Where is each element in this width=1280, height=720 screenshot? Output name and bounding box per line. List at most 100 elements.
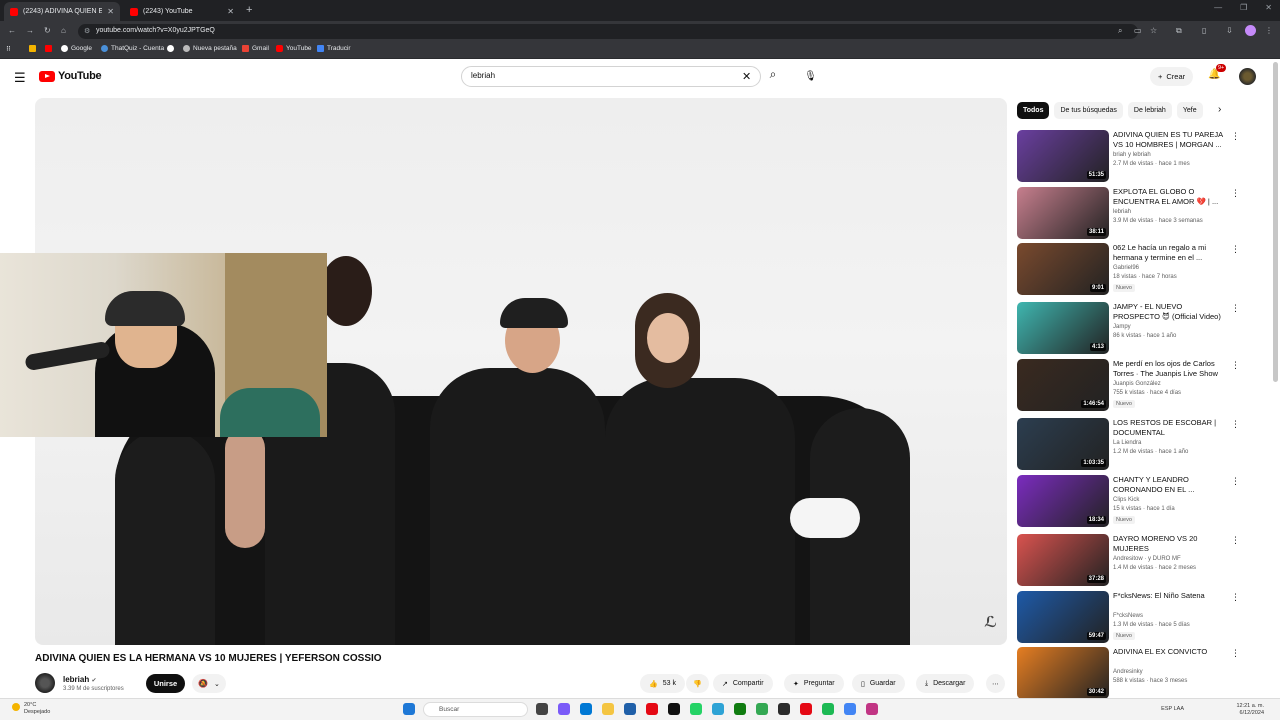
video-thumbnail[interactable]: 1:03:35 <box>1017 418 1109 470</box>
copilot-icon[interactable] <box>558 703 570 715</box>
recommendation-channel[interactable]: Andresinky <box>1113 669 1143 675</box>
bookmark-star-icon[interactable]: ☆ <box>1150 26 1157 35</box>
recommendation-channel[interactable]: Clips Kick <box>1113 497 1139 503</box>
youtube-logo[interactable]: YouTube <box>39 70 102 82</box>
windows-start-icon[interactable] <box>403 703 415 715</box>
spotify-icon[interactable] <box>822 703 834 715</box>
url-field[interactable]: ⚙ youtube.com/watch?v=X0yu2JPTGeQ <box>78 24 1138 39</box>
save-button[interactable]: ▯ Guardar <box>852 674 905 693</box>
maximize-icon[interactable]: ❐ <box>1240 3 1247 12</box>
recommendation-item[interactable]: 51:35 ADIVINA QUIEN ES TU PAREJA VS 10 HO… <box>1017 130 1257 182</box>
sidepanel-icon[interactable]: ▯ <box>1202 26 1206 35</box>
close-tab-icon[interactable]: ✕ <box>107 7 114 16</box>
chevron-right-icon[interactable]: › <box>1218 104 1221 115</box>
recommendation-channel[interactable]: lebriah <box>1113 209 1131 215</box>
channel-name[interactable]: lebriah ✔ <box>63 675 97 684</box>
chrome2-icon[interactable] <box>844 703 856 715</box>
recommendation-item[interactable]: 18:34 CHANTY Y LEANDRO CORONANDO EN EL ..… <box>1017 475 1257 527</box>
more-vert-icon[interactable]: ⋮ <box>1231 131 1240 142</box>
recommendation-channel[interactable]: Gabriel96 <box>1113 265 1139 271</box>
close-tab-icon[interactable]: ✕ <box>227 7 234 16</box>
zoom-icon[interactable]: ⌕ <box>1118 26 1122 36</box>
recommendation-title[interactable]: F*cksNews: El Niño Satena <box>1113 591 1231 601</box>
download-button[interactable]: ⤓ Descargar <box>916 674 975 693</box>
subscription-bell-button[interactable]: 🔕 ⌄ <box>192 674 226 693</box>
chrome-icon[interactable] <box>756 703 768 715</box>
chip-todos[interactable]: Todos <box>1017 102 1050 119</box>
home-icon[interactable]: ⌂ <box>61 26 66 35</box>
recommendation-title[interactable]: DAYRO MORENO VS 20 MUJERES <box>1113 534 1231 554</box>
video-thumbnail[interactable]: 37:28 <box>1017 534 1109 586</box>
bookmark-traducir[interactable]: Traducir <box>317 45 351 52</box>
video-thumbnail[interactable]: 30:42 <box>1017 647 1109 699</box>
close-window-icon[interactable]: ✕ <box>1265 3 1272 12</box>
recommendation-item[interactable]: 30:42 ADIVINA EL EX CONVICTO Andresinky 588… <box>1017 647 1257 699</box>
whatsapp-icon[interactable] <box>690 703 702 715</box>
store-icon[interactable] <box>624 703 636 715</box>
hamburger-menu-icon[interactable]: ☰ <box>14 70 26 86</box>
more-vert-icon[interactable]: ⋮ <box>1231 592 1240 603</box>
recommendation-channel[interactable]: briah y lebriah <box>1113 152 1151 158</box>
recommendation-channel[interactable]: La Liendra <box>1113 440 1141 446</box>
video-thumbnail[interactable]: 18:34 <box>1017 475 1109 527</box>
file-explorer-icon[interactable] <box>602 703 614 715</box>
recommendation-item[interactable]: 59:47 F*cksNews: El Niño Satena F*cksNews 1… <box>1017 591 1257 643</box>
search-icon[interactable]: ⌕ <box>762 67 784 87</box>
video-thumbnail[interactable]: 59:47 <box>1017 591 1109 643</box>
reload-icon[interactable]: ↻ <box>44 26 51 35</box>
xbox-icon[interactable] <box>734 703 746 715</box>
more-vert-icon[interactable]: ⋮ <box>1231 419 1240 430</box>
bookmark-icon-red[interactable] <box>45 45 52 52</box>
more-vert-icon[interactable]: ⋮ <box>1231 303 1240 314</box>
tab-youtube[interactable]: (2243) YouTube ✕ <box>124 2 240 21</box>
profile-avatar[interactable] <box>1245 25 1256 36</box>
chip-yefe[interactable]: Yefe <box>1176 102 1203 119</box>
recommendation-title[interactable]: LOS RESTOS DE ESCOBAR | DOCUMENTAL <box>1113 418 1231 438</box>
recommendation-title[interactable]: ADIVINA EL EX CONVICTO <box>1113 647 1231 657</box>
task-view-icon[interactable] <box>536 703 548 715</box>
youtube-app-icon[interactable] <box>646 703 658 715</box>
tab-video[interactable]: (2243) ADIVINA QUIEN ES LA H ✕ <box>4 2 120 21</box>
recommendation-item[interactable]: 38:11 EXPLOTA EL GLOBO O ENCUENTRA EL AMO… <box>1017 187 1257 239</box>
more-actions-button[interactable]: ⋯ <box>986 674 1005 693</box>
dislike-button[interactable]: 👎 <box>686 674 709 693</box>
join-button[interactable]: Unirse <box>146 674 185 693</box>
recommendation-title[interactable]: ADIVINA QUIEN ES TU PAREJA VS 10 HOMBRES… <box>1113 130 1231 150</box>
app-icon[interactable] <box>712 703 724 715</box>
recommendation-channel[interactable]: Jampy <box>1113 324 1131 330</box>
video-thumbnail[interactable]: 38:11 <box>1017 187 1109 239</box>
bookmark-gmail[interactable]: Gmail <box>242 45 269 52</box>
bookmark-google[interactable]: Google <box>61 45 92 52</box>
recommendation-channel[interactable]: Juanpis González <box>1113 381 1161 387</box>
recommendation-item[interactable]: 1:46:54 Me perdí en los ojos de Carlos To… <box>1017 359 1257 411</box>
page-scrollbar[interactable] <box>1273 62 1278 382</box>
menu-icon[interactable]: ⋮ <box>1265 26 1273 35</box>
recommendation-item[interactable]: 4:13 JAMPY - EL NUEVO PROSPECTO 😈 (Offici… <box>1017 302 1257 354</box>
bookmark-thatquiz[interactable]: ThatQuiz - Cuenta <box>101 45 164 52</box>
recommendation-channel[interactable]: F*cksNews <box>1113 613 1143 619</box>
channel-watermark-icon[interactable]: ℒ <box>984 613 997 631</box>
bookmark-youtube[interactable]: YouTube <box>276 45 312 52</box>
recommendation-title[interactable]: 062 Le hacía un regalo a mi hermana y te… <box>1113 243 1231 263</box>
tiktok-icon[interactable] <box>668 703 680 715</box>
account-avatar[interactable] <box>1239 68 1256 85</box>
edge-icon[interactable] <box>580 703 592 715</box>
instagram-icon[interactable] <box>866 703 878 715</box>
more-vert-icon[interactable]: ⋮ <box>1231 648 1240 659</box>
bookmark-icon-yellow[interactable] <box>29 45 36 52</box>
app2-icon[interactable] <box>778 703 790 715</box>
video-thumbnail[interactable]: 1:46:54 <box>1017 359 1109 411</box>
weather-widget[interactable]: 20°C Despejado <box>24 702 50 716</box>
recommendation-item[interactable]: 1:03:35 LOS RESTOS DE ESCOBAR | DOCUMENTA… <box>1017 418 1257 470</box>
netflix-icon[interactable] <box>800 703 812 715</box>
recommendation-title[interactable]: Me perdí en los ojos de Carlos Torres · … <box>1113 359 1231 379</box>
clock[interactable]: 12:21 a. m. 6/12/2024 <box>1236 703 1264 717</box>
share-button[interactable]: ↗ Compartir <box>713 674 773 693</box>
recommendation-item[interactable]: 9:01 062 Le hacía un regalo a mi hermana … <box>1017 243 1257 295</box>
downloads-icon[interactable]: ⇩ <box>1226 26 1233 35</box>
bookmark-icon-plain[interactable] <box>167 45 174 52</box>
more-vert-icon[interactable]: ⋮ <box>1231 244 1240 255</box>
extensions-icon[interactable]: ⧉ <box>1176 26 1182 36</box>
create-button[interactable]: + Crear <box>1150 67 1194 86</box>
recommendation-item[interactable]: 37:28 DAYRO MORENO VS 20 MUJERES Andresito… <box>1017 534 1257 586</box>
